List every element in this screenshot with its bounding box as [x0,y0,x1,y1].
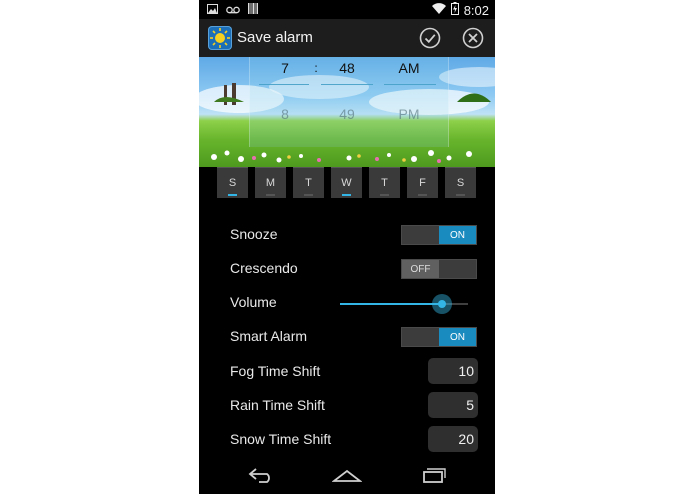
voicemail-icon [226,3,240,17]
snooze-label: Snooze [230,226,278,242]
back-icon[interactable] [247,466,275,489]
status-left-icons [207,3,258,17]
day-label: M [265,176,276,189]
snooze-toggle-state: ON [439,226,476,244]
smart-alarm-toggle-state: ON [439,328,476,346]
status-bar: 8:02 [199,0,495,19]
next-hour-value[interactable]: 8 [277,106,293,122]
day-friday-button[interactable]: F [407,167,438,198]
day-sunday-button[interactable]: S [217,167,248,198]
app-sun-icon[interactable] [208,26,232,50]
close-icon[interactable] [462,27,484,49]
day-label: W [341,176,352,189]
day-indicator [228,194,237,196]
next-minute-value[interactable]: 49 [333,106,361,122]
snow-time-shift-row: Snow Time Shift 20 [230,425,480,453]
day-tuesday-button[interactable]: T [293,167,324,198]
day-label: F [419,176,426,189]
day-monday-button[interactable]: M [255,167,286,198]
wifi-icon [431,3,446,17]
day-label: S [228,176,237,189]
rain-time-shift-label: Rain Time Shift [230,397,325,413]
smart-alarm-label: Smart Alarm [230,328,308,344]
day-indicator [304,194,313,196]
ampm-divider [384,84,436,85]
snow-time-shift-input[interactable]: 20 [428,426,478,452]
action-bar: Save alarm [199,19,495,58]
fog-time-shift-row: Fog Time Shift 10 [230,357,480,385]
time-separator: : [314,61,318,75]
day-indicator [266,194,275,196]
day-indicator [342,194,351,196]
battery-icon [450,2,459,18]
minute-divider [321,84,373,85]
smart-alarm-row: Smart Alarm ON [230,322,480,350]
snooze-row: Snooze ON [230,220,480,248]
fog-time-shift-label: Fog Time Shift [230,363,321,379]
recent-apps-icon[interactable] [421,466,447,489]
volume-row: Volume [230,288,480,316]
day-saturday-button[interactable]: S [445,167,476,198]
volume-slider[interactable] [340,294,468,314]
day-label: T [381,176,388,189]
volume-slider-fill [340,303,443,305]
status-time: 8:02 [463,2,489,18]
smart-alarm-toggle[interactable]: ON [401,327,477,347]
day-indicator [418,194,427,196]
volume-label: Volume [230,294,277,310]
check-icon[interactable] [419,27,441,49]
image-icon [207,3,218,17]
day-label: S [456,176,465,189]
rain-time-shift-row: Rain Time Shift 5 [230,391,480,419]
day-indicator [456,194,465,196]
day-wednesday-button[interactable]: W [331,167,362,198]
time-picker-background: 7 : 48 AM 8 49 PM [199,57,495,167]
crescendo-toggle-state: OFF [402,260,439,278]
crescendo-row: Crescendo OFF [230,254,480,282]
day-selector: S M T W T F S [217,167,477,199]
navigation-bar [199,460,495,494]
day-indicator [380,194,389,196]
snooze-toggle[interactable]: ON [401,225,477,245]
phone-screen: 8:02 Save alarm 7: 48 AM 8 49 PM S M T … [199,0,495,494]
fog-time-shift-input[interactable]: 10 [428,358,478,384]
home-icon[interactable] [331,466,363,489]
hour-value[interactable]: 7 [277,60,293,76]
crescendo-label: Crescendo [230,260,298,276]
rain-time-shift-input[interactable]: 5 [428,392,478,418]
minute-value[interactable]: 48 [333,60,361,76]
volume-slider-thumb[interactable] [432,294,453,314]
day-thursday-button[interactable]: T [369,167,400,198]
barcode-icon [248,3,258,17]
status-right-icons: 8:02 [431,2,489,18]
page-title: Save alarm [237,29,313,46]
day-label: T [305,176,312,189]
ampm-value[interactable]: AM [395,60,423,76]
hour-divider [259,84,309,85]
next-ampm-value[interactable]: PM [395,106,423,122]
snow-time-shift-label: Snow Time Shift [230,431,332,447]
crescendo-toggle[interactable]: OFF [401,259,477,279]
